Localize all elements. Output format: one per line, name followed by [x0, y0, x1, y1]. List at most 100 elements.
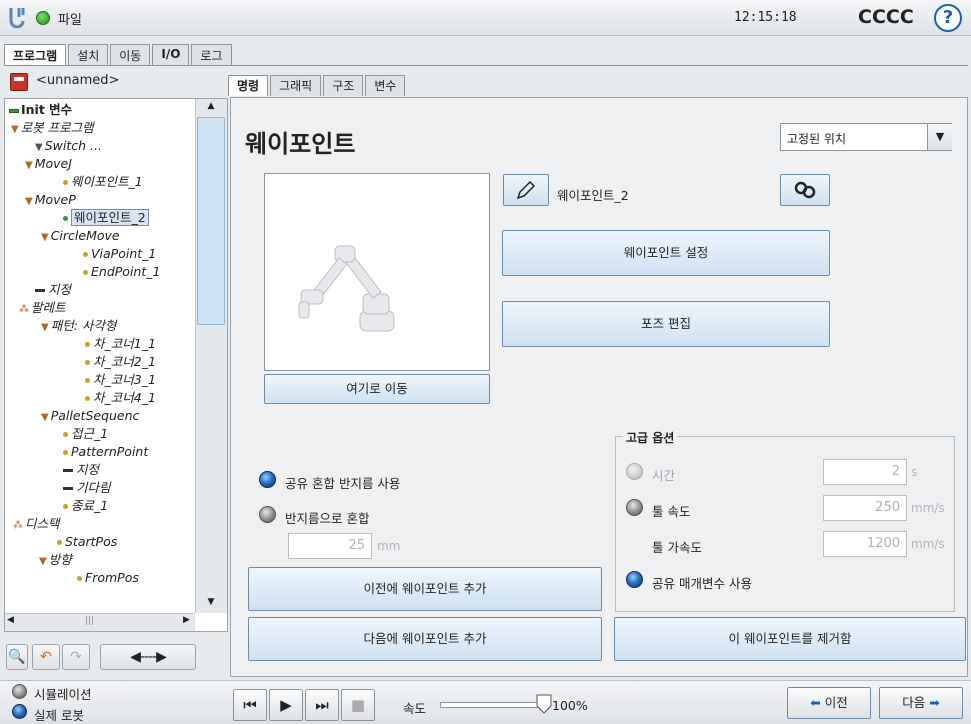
shared-blend-radio[interactable] — [259, 471, 276, 488]
speed-value: 100% — [552, 698, 588, 713]
tree-item-selected[interactable]: 웨이포인트_2 — [63, 209, 149, 227]
set-waypoint-button[interactable]: 웨이포인트 설정 — [502, 230, 830, 276]
chevron-down-icon[interactable]: ▼ — [927, 124, 952, 150]
tab-structure[interactable]: 구조 — [323, 75, 364, 96]
link-button[interactable] — [780, 174, 830, 206]
tree-item[interactable]: ▼ 방향 — [39, 551, 72, 569]
redo-icon[interactable]: ↷ — [62, 644, 90, 670]
blend-radius-field[interactable]: 25 — [288, 533, 372, 559]
real-robot-label: 실제 로봇 — [34, 708, 84, 723]
rewind-icon: ⏮ — [243, 696, 257, 714]
tool-speed-field[interactable]: 250 — [823, 495, 907, 521]
tree-item[interactable]: 웨이포인트_1 — [63, 173, 143, 191]
top-bar: 파일 12:15:18 CCCC ? — [0, 0, 971, 36]
move-here-button[interactable]: 여기로 이동 — [264, 374, 490, 404]
tree-item[interactable]: ▼ PalletSequenc — [41, 407, 139, 425]
tree-item[interactable]: ▼ Switch ... — [35, 137, 102, 155]
play-icon: ▶ — [280, 696, 292, 714]
tool-speed-radio[interactable] — [626, 499, 643, 516]
tree-item-init[interactable]: Init 변수 — [9, 101, 72, 119]
step-icon: ⏭ — [315, 696, 329, 714]
tree-item[interactable]: EndPoint_1 — [83, 263, 160, 281]
time-label: 시간 — [652, 468, 676, 483]
tree-item[interactable]: 차_코너4_1 — [85, 389, 156, 407]
stop-button[interactable]: ■ — [341, 689, 375, 721]
tab-log[interactable]: 로그 — [191, 44, 232, 66]
speed-slider-track[interactable] — [440, 702, 544, 708]
step-button[interactable]: ⏭ — [305, 689, 339, 721]
search-icon[interactable]: 🔍 — [6, 644, 28, 670]
simulation-radio[interactable] — [12, 684, 27, 699]
position-type-value: 고정된 위치 — [787, 132, 847, 146]
waypoint-name: 웨이포인트_2 — [557, 188, 629, 203]
tree-item[interactable]: 접근_1 — [63, 425, 108, 443]
time-radio[interactable] — [626, 463, 643, 480]
previous-button[interactable]: ⬅ 이전 — [787, 687, 871, 719]
page-title: 웨이포인트 — [245, 130, 356, 158]
tree-item[interactable]: PatternPoint — [63, 443, 148, 461]
edit-pose-button[interactable]: 포즈 편집 — [502, 301, 830, 347]
shared-params-radio[interactable] — [626, 571, 643, 588]
tab-command[interactable]: 명령 — [228, 75, 269, 96]
tree-item[interactable]: ⁂ 팔레트 — [19, 299, 66, 317]
tree-item[interactable]: 차_코너3_1 — [85, 371, 156, 389]
scroll-up-icon[interactable]: ▲ — [197, 101, 225, 115]
clock: 12:15:18 — [734, 10, 797, 25]
sub-tabs: 명령 그래픽 구조 변수 — [228, 75, 407, 96]
tab-graphics[interactable]: 그래픽 — [270, 75, 322, 96]
file-menu[interactable]: 파일 — [58, 9, 82, 28]
add-after-button[interactable]: 다음에 웨이포인트 추가 — [248, 617, 602, 661]
tree-item[interactable]: 지정 — [35, 281, 71, 299]
time-field[interactable]: 2 — [823, 459, 907, 485]
save-icon[interactable] — [10, 73, 28, 91]
pencil-icon — [516, 180, 536, 200]
tab-variables[interactable]: 변수 — [365, 75, 406, 96]
tree-item[interactable]: ▼ CircleMove — [41, 227, 120, 245]
scroll-left-icon[interactable]: ◀ — [7, 615, 14, 625]
tool-accel-field[interactable]: 1200 — [823, 531, 907, 557]
tab-installation[interactable]: 설치 — [68, 44, 109, 66]
simulation-label: 시뮬레이션 — [34, 687, 92, 702]
tree-item[interactable]: 차_코너1_1 — [85, 335, 156, 353]
tree-item[interactable]: ▼ 로봇 프로그램 — [11, 119, 94, 137]
tool-speed-unit: mm/s — [911, 501, 945, 515]
robot-preview — [264, 173, 490, 371]
tree-item[interactable]: FromPos — [77, 569, 139, 587]
tab-program[interactable]: 프로그램 — [4, 44, 67, 66]
tree-item[interactable]: ▼ 패턴: 사각형 — [41, 317, 116, 335]
tree-item[interactable]: StartPos — [57, 533, 117, 551]
tree-hscrollbar[interactable]: ◀ ||| ▶ — [5, 613, 195, 631]
speed-slider-thumb[interactable] — [536, 694, 552, 714]
tree-scroll-thumb[interactable] — [197, 117, 225, 325]
tree-item[interactable]: 기다림 — [63, 479, 111, 497]
rewind-button[interactable]: ⏮ — [233, 689, 267, 721]
play-button[interactable]: ▶ — [269, 689, 303, 721]
tree-item[interactable]: 종료_1 — [63, 497, 108, 515]
advanced-options-legend: 고급 옵션 — [623, 429, 678, 446]
position-type-select[interactable]: 고정된 위치 ▼ — [780, 123, 952, 151]
shared-blend-label: 공유 혼합 반지름 사용 — [285, 476, 401, 491]
tree-item[interactable]: ViaPoint_1 — [83, 245, 156, 263]
next-button[interactable]: 다음 ➡ — [879, 687, 963, 719]
next-label: 다음 — [902, 695, 926, 710]
shared-params-label: 공유 매개변수 사용 — [652, 576, 752, 591]
move-node-icon[interactable]: ◀----▶ — [100, 644, 196, 670]
help-button[interactable]: ? — [934, 4, 962, 32]
undo-icon[interactable]: ↶ — [32, 644, 60, 670]
add-before-button[interactable]: 이전에 웨이포인트 추가 — [248, 567, 602, 611]
tree-item[interactable]: ▼ MoveJ — [25, 155, 72, 173]
tree-item[interactable]: 차_코너2_1 — [85, 353, 156, 371]
scroll-down-icon[interactable]: ▼ — [197, 597, 225, 611]
blend-radius-radio[interactable] — [259, 506, 276, 523]
tab-io[interactable]: I/O — [152, 44, 190, 66]
tree-item[interactable]: ⁂ 디스택 — [13, 515, 60, 533]
scroll-grip-icon: ||| — [85, 616, 95, 626]
rename-button[interactable] — [503, 174, 549, 206]
tab-move[interactable]: 이동 — [110, 44, 151, 66]
tree-item[interactable]: 지정 — [63, 461, 99, 479]
real-robot-radio[interactable] — [12, 704, 27, 719]
remove-waypoint-button[interactable]: 이 웨이포인트를 제거함 — [614, 617, 966, 661]
scroll-right-icon[interactable]: ▶ — [183, 615, 190, 625]
program-tree: Init 변수 ▼ 로봇 프로그램 ▼ Switch ... ▼ MoveJ 웨이포인… — [4, 98, 228, 632]
tree-item[interactable]: ▼ MoveP — [25, 191, 76, 209]
